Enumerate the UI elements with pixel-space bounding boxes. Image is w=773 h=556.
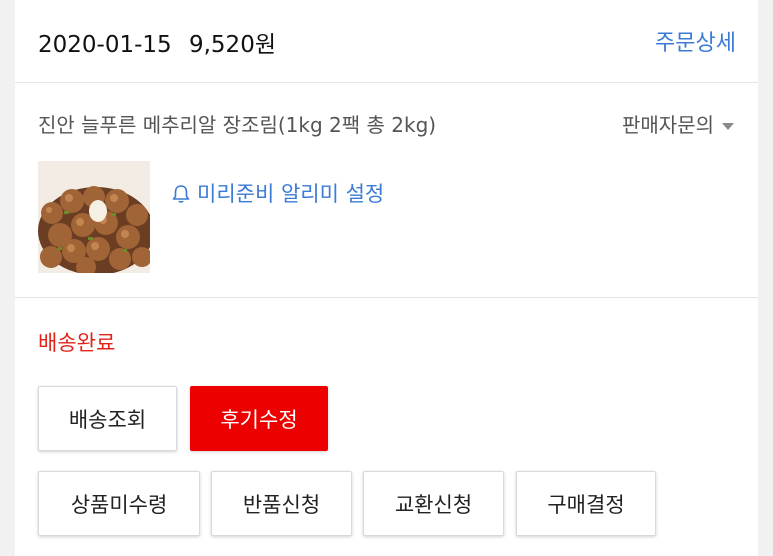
seller-inquiry-dropdown[interactable]: 판매자문의 [622, 109, 734, 138]
order-header: 2020-01-15 9,520원 주문상세 [15, 0, 758, 83]
confirm-purchase-button[interactable]: 구매결정 [516, 471, 656, 536]
exchange-request-button[interactable]: 교환신청 [363, 471, 504, 536]
product-section: 진안 늘푸른 메추리알 장조림(1kg 2팩 총 2kg) 판매자문의 미리준비… [15, 83, 758, 298]
dropdown-caret-icon [722, 123, 734, 130]
product-thumbnail[interactable] [38, 161, 150, 273]
product-name[interactable]: 진안 늘푸른 메추리알 장조림(1kg 2팩 총 2kg) [38, 109, 436, 138]
edit-review-button[interactable]: 후기수정 [190, 386, 328, 451]
seller-inquiry-label: 판매자문의 [622, 113, 714, 137]
return-request-button[interactable]: 반품신청 [211, 471, 352, 536]
order-date-price: 2020-01-15 9,520원 [38, 25, 276, 59]
order-card: 2020-01-15 9,520원 주문상세 진안 늘푸른 메추리알 장조림(1… [15, 0, 758, 556]
bell-icon [172, 185, 190, 203]
order-detail-link[interactable]: 주문상세 [655, 25, 736, 57]
prep-alarm-label: 미리준비 알리미 설정 [197, 182, 385, 206]
order-date: 2020-01-15 [38, 32, 172, 58]
track-delivery-button[interactable]: 배송조회 [38, 386, 177, 451]
not-received-button[interactable]: 상품미수령 [38, 471, 200, 536]
prep-alarm-link[interactable]: 미리준비 알리미 설정 [172, 178, 384, 208]
order-price: 9,520원 [188, 32, 276, 58]
quail-eggs-image [38, 161, 150, 273]
delivery-status: 배송완료 [38, 331, 116, 355]
